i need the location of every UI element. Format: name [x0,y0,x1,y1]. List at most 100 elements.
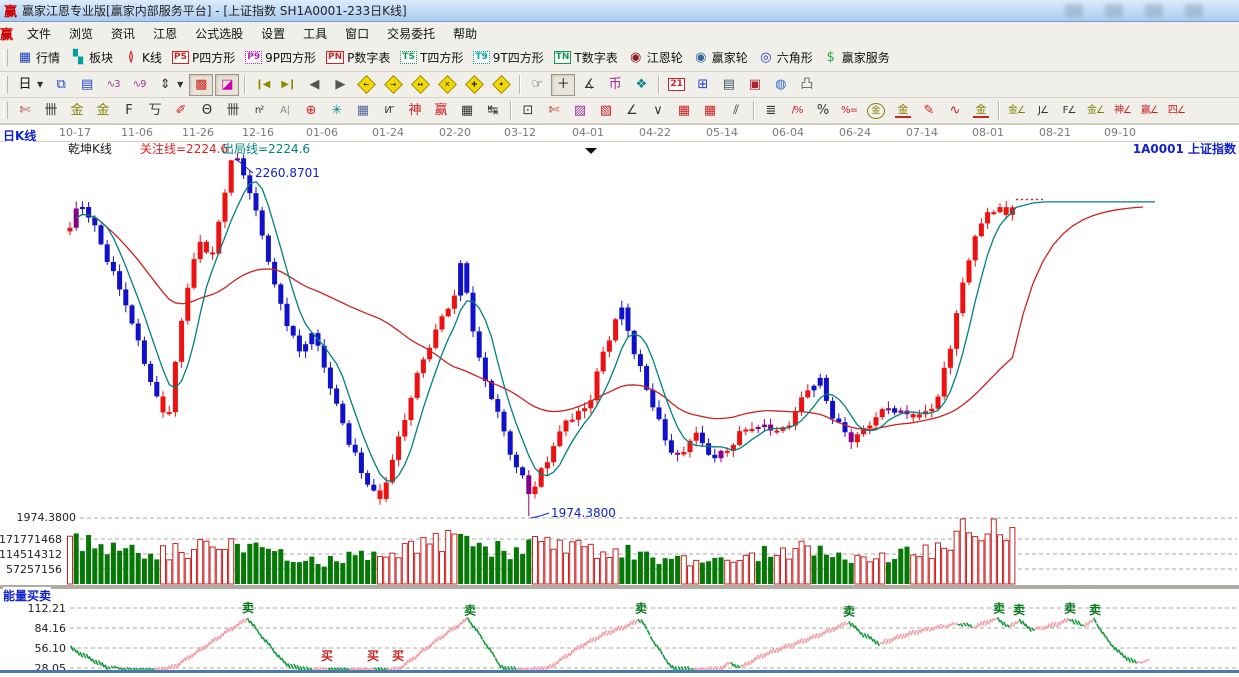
wave-dots-button[interactable]: ∨ [646,100,670,122]
price-histogram-button[interactable]: ◪ [215,74,239,96]
window-control-button[interactable] [1145,4,1163,17]
compress-button[interactable]: ✕ [435,73,460,96]
shen-angle-button[interactable]: 神∠ [1110,100,1135,122]
winner-service-button[interactable]: $赢家服务 [819,46,894,69]
angle-lines-button[interactable]: ∠ [620,100,644,122]
win-grid-button[interactable]: 赢 [429,100,453,122]
arc-ruler-button[interactable]: 丂 [143,100,167,122]
save-button[interactable]: ▣ [743,74,767,96]
grid-burst-button[interactable]: ▦ [351,100,375,122]
menu-4[interactable]: 公式选股 [186,23,252,44]
gold-circle-button[interactable]: 金 [863,100,889,122]
menu-3[interactable]: 江恩 [144,23,186,44]
four-angle-button[interactable]: 四∠ [1164,100,1189,122]
fan-red-button[interactable]: ▧ [594,100,618,122]
first-page-button[interactable]: ❙◀ [250,74,274,96]
angle-measure-button[interactable]: ∡ [577,74,601,96]
parallel-lines-button[interactable]: ⫽ [724,100,748,122]
calendar-button[interactable]: 21 [664,75,689,94]
ruler-button[interactable]: 卌 [39,100,63,122]
grid-123-button[interactable]: ▦ [455,100,479,122]
toolbar-gripper[interactable] [3,76,8,93]
t9-square-button[interactable]: T99T四方形 [469,46,547,69]
ray-fan-button[interactable]: ✄ [542,100,566,122]
winner-wheel-button[interactable]: ◉赢家轮 [689,46,752,69]
prev-page-button[interactable]: ◀ [302,74,326,96]
text-tool-button[interactable]: A∣ [273,100,297,122]
sectors-button[interactable]: ▚板块 [66,46,117,69]
f-angle-button[interactable]: F∠ [1057,100,1081,122]
price-scale-button[interactable]: ≣ [759,100,783,122]
shen-grid-button[interactable]: 神 [403,100,427,122]
kline-button[interactable]: ≬K线 [119,46,166,69]
red-brush-button[interactable]: ✐ [169,100,193,122]
percent-button[interactable]: % [811,100,835,122]
drag-hand-button[interactable]: ☞ [525,74,549,96]
menu-8[interactable]: 交易委托 [378,23,444,44]
grid-red-2-button[interactable]: ▦ [698,100,722,122]
gold-ruler-1-button[interactable]: 金 [65,100,89,122]
menu-9[interactable]: 帮助 [444,23,486,44]
j-angle-button[interactable]: J∠ [1031,100,1055,122]
span-arrow-button[interactable]: ↹ [481,100,505,122]
ruler-2-button[interactable]: 卌 [221,100,245,122]
wave-3-button[interactable]: ∿3 [101,74,125,96]
gold-line-button[interactable]: 金 [891,100,915,121]
n-square-button[interactable]: n² [247,100,271,122]
cycle-clock-button[interactable]: Θ [195,100,219,122]
tool-teal-button[interactable]: ❖ [629,74,653,96]
box-tool-button[interactable]: ⊡ [516,100,540,122]
print-button[interactable]: 凸 [795,74,819,96]
notes-button[interactable]: ▤ [717,74,741,96]
menu-7[interactable]: 窗口 [336,23,378,44]
percent-line-button[interactable]: %= [837,100,861,122]
f-ruler-button[interactable]: F [117,100,141,122]
menu-0[interactable]: 文件 [18,23,60,44]
dropdown-caret-icon[interactable]: ▼ [37,80,43,89]
t-number-table-button[interactable]: TNT数字表 [550,46,622,69]
kline-chart-svg[interactable]: 卖卖卖卖卖卖卖卖买买买10-1711-0611-2612-1601-0601-2… [0,125,1239,674]
toolbar-gripper[interactable] [3,102,8,119]
web-data-button[interactable]: ◍ [769,74,793,96]
window-control-button[interactable] [1065,4,1083,17]
menu-6[interactable]: 工具 [294,23,336,44]
percent-slash-button[interactable]: ∕% [785,100,809,122]
fit-all-button[interactable]: ✦ [489,73,514,96]
kline-pane-label[interactable]: 日K线 [3,127,36,144]
grid-red-1-button[interactable]: ▦ [672,100,696,122]
p-number-table-button[interactable]: PNP数字表 [322,46,394,69]
window-overlap-button[interactable]: ⧉ [49,74,73,96]
window-control-button[interactable] [1105,4,1123,17]
toolbar-gripper[interactable] [3,49,8,66]
wave-9-button[interactable]: ∿9 [127,74,151,96]
gold-angle-2-button[interactable]: 金∠ [1083,100,1108,122]
quotes-button[interactable]: ▦行情 [13,46,64,69]
gann-wheel-button[interactable]: ◉江恩轮 [624,46,687,69]
pen-red-button[interactable]: ✎ [917,100,941,122]
gold-ruler-2-button[interactable]: 金 [91,100,115,122]
last-page-button[interactable]: ▶❙ [276,74,300,96]
win-angle-button[interactable]: 赢∠ [1137,100,1162,122]
hexagon-button[interactable]: ◎六角形 [754,46,817,69]
shift-left-button[interactable]: ← [354,73,379,96]
dropdown-caret-icon[interactable]: ▼ [177,80,183,89]
candle-style-button[interactable]: ⇕▼ [153,74,187,96]
tool-purple-button[interactable]: 币 [603,74,627,96]
calculator-button[interactable]: ⊞ [691,74,715,96]
indicator-pane-label[interactable]: 能量买卖 [3,587,51,604]
next-page-button[interactable]: ▶ [328,74,352,96]
window-control-button[interactable] [1185,4,1203,17]
quote-list-button[interactable]: ▤ [75,74,99,96]
menu-2[interactable]: 资讯 [102,23,144,44]
gann-map-button[interactable]: ▩ [189,74,213,96]
k-quote-button[interactable]: И″ [377,100,401,122]
brush-button[interactable]: ✄ [13,100,37,122]
crosshair-button[interactable]: ＋ [551,74,575,96]
menu-1[interactable]: 浏览 [60,23,102,44]
gold-angle-1-button[interactable]: 金∠ [1004,100,1029,122]
p-square-button[interactable]: PSP四方形 [168,46,239,69]
gold-under-button[interactable]: 金 [969,100,993,121]
expand-all-button[interactable]: ✚ [462,73,487,96]
t-square-button[interactable]: TST四方形 [396,46,467,69]
wave-red-button[interactable]: ∿ [943,100,967,122]
